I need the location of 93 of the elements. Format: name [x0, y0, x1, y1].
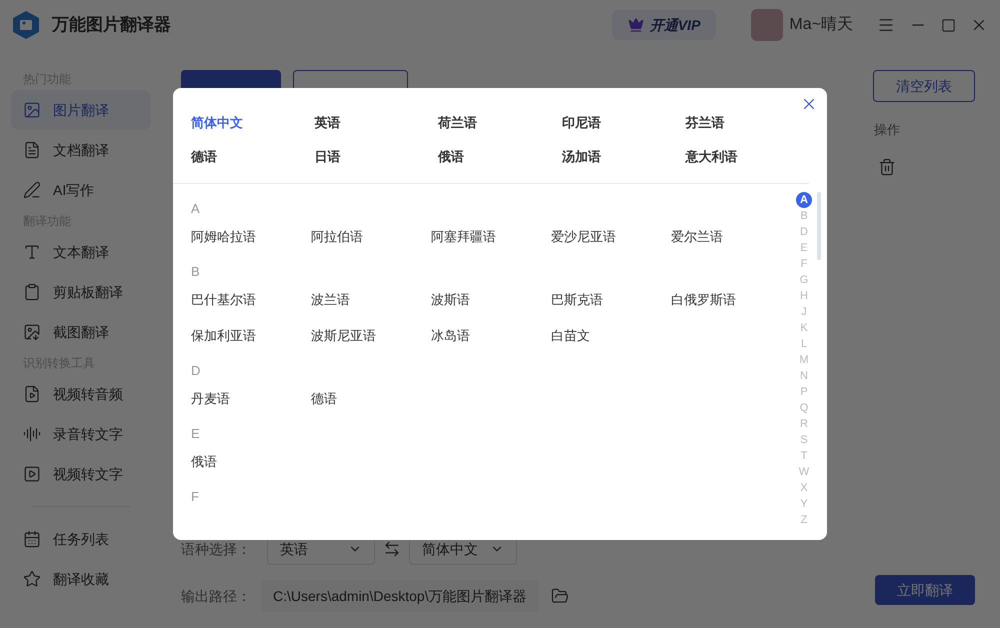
index-letter[interactable]: F	[796, 256, 812, 272]
swap-icon[interactable]	[383, 540, 401, 558]
index-letter[interactable]: L	[796, 336, 812, 352]
language-option[interactable]: 白俄罗斯语	[671, 282, 791, 318]
sound-wave-icon	[23, 425, 41, 443]
language-option[interactable]: 爱沙尼亚语	[551, 219, 671, 255]
language-option[interactable]: 简体中文	[191, 114, 315, 132]
index-letter[interactable]: Q	[796, 400, 812, 416]
index-letter[interactable]: S	[796, 432, 812, 448]
index-letter[interactable]: Y	[796, 496, 812, 512]
language-option[interactable]: 英语	[314, 114, 438, 132]
language-option[interactable]: 德语	[311, 381, 431, 417]
document-icon	[23, 141, 41, 159]
index-letter[interactable]: T	[796, 448, 812, 464]
sidebar-item[interactable]: 视频转文字	[11, 454, 151, 494]
sidebar-item[interactable]: 剪贴板翻译	[11, 272, 151, 312]
section-letter: B	[191, 263, 201, 281]
calendar-icon	[23, 530, 41, 548]
maximize-icon[interactable]	[941, 18, 956, 32]
index-letter[interactable]: H	[796, 288, 812, 304]
language-option[interactable]: 冰岛语	[431, 318, 551, 354]
language-option[interactable]: 日语	[314, 148, 438, 166]
index-letter[interactable]: W	[796, 464, 812, 480]
index-letter[interactable]: M	[796, 352, 812, 368]
section-letter: E	[191, 425, 201, 443]
pen-icon	[23, 181, 41, 199]
language-option[interactable]: 巴斯克语	[551, 282, 671, 318]
output-path-field[interactable]: C:\Users\admin\Desktop\万能图片翻译器	[261, 580, 539, 612]
vip-button[interactable]: 开通VIP	[612, 10, 716, 40]
app-title: 万能图片翻译器	[52, 14, 171, 36]
index-letter[interactable]: N	[796, 368, 812, 384]
section-letter: F	[191, 488, 200, 506]
scrollbar-thumb[interactable]	[817, 192, 821, 260]
language-option[interactable]: 白苗文	[551, 318, 671, 354]
language-option[interactable]: 丹麦语	[191, 381, 311, 417]
play-icon	[23, 465, 41, 483]
index-letter[interactable]: B	[796, 208, 812, 224]
image-icon	[23, 101, 41, 119]
sidebar-item[interactable]: 图片翻译	[11, 90, 151, 130]
folder-icon[interactable]	[550, 587, 569, 605]
section-letter: A	[191, 200, 201, 218]
avatar	[751, 9, 784, 41]
sidebar-item[interactable]: 任务列表	[11, 519, 151, 559]
index-letter[interactable]: D	[796, 224, 812, 240]
translate-button[interactable]: 立即翻译	[875, 575, 975, 605]
sidebar-item[interactable]: 翻译收藏	[11, 559, 151, 599]
language-option[interactable]: 巴什基尔语	[191, 282, 311, 318]
language-option[interactable]: 保加利亚语	[191, 318, 311, 354]
output-label: 输出路径：	[181, 586, 252, 606]
language-option[interactable]: 印尼语	[562, 114, 686, 132]
video-file-icon	[23, 385, 41, 403]
index-letter[interactable]: K	[796, 320, 812, 336]
language-option[interactable]: 阿拉伯语	[311, 219, 431, 255]
language-option[interactable]: 意大利语	[685, 148, 809, 166]
language-option[interactable]: 爱尔兰语	[671, 219, 791, 255]
menu-icon[interactable]	[877, 16, 895, 34]
language-option[interactable]: 俄语	[438, 148, 562, 166]
app-logo-icon	[12, 10, 40, 40]
index-letter[interactable]: R	[796, 416, 812, 432]
language-option[interactable]: 阿塞拜疆语	[431, 219, 551, 255]
clear-list-button[interactable]: 清空列表	[873, 70, 975, 102]
language-option[interactable]: 波斯语	[431, 282, 551, 318]
star-icon	[23, 570, 41, 588]
sidebar-item[interactable]: 文本翻译	[11, 232, 151, 272]
picture-frame-icon	[23, 323, 41, 341]
index-letter[interactable]: J	[796, 304, 812, 320]
index-letter[interactable]: X	[796, 480, 812, 496]
trash-icon[interactable]	[878, 158, 896, 176]
sidebar-item[interactable]: 截图翻译	[11, 312, 151, 352]
sidebar-item[interactable]: AI写作	[11, 170, 151, 210]
clipboard-icon	[23, 283, 41, 301]
language-option[interactable]: 芬兰语	[685, 114, 809, 132]
index-letter[interactable]: A	[796, 192, 812, 208]
text-icon	[23, 243, 41, 261]
section-letter: D	[191, 362, 202, 380]
language-option[interactable]: 德语	[191, 148, 315, 166]
column-header: 操作	[874, 121, 900, 139]
language-label: 语种选择：	[181, 540, 252, 558]
sidebar-item[interactable]: 视频转音频	[11, 374, 151, 414]
language-option[interactable]: 俄语	[191, 444, 311, 480]
language-option[interactable]: 荷兰语	[438, 114, 562, 132]
user-name: Ma~晴天	[789, 14, 853, 35]
index-letter[interactable]: P	[796, 384, 812, 400]
index-letter[interactable]: G	[796, 272, 812, 288]
language-option[interactable]: 波兰语	[311, 282, 431, 318]
sidebar-item[interactable]: 录音转文字	[11, 414, 151, 454]
index-letter[interactable]: Z	[796, 512, 812, 528]
language-option[interactable]: 汤加语	[562, 148, 686, 166]
language-option[interactable]: 阿姆哈拉语	[191, 219, 311, 255]
crown-icon	[628, 17, 644, 33]
sidebar-item[interactable]: 文档翻译	[11, 130, 151, 170]
language-option[interactable]: 波斯尼亚语	[311, 318, 431, 354]
index-letter[interactable]: E	[796, 240, 812, 256]
